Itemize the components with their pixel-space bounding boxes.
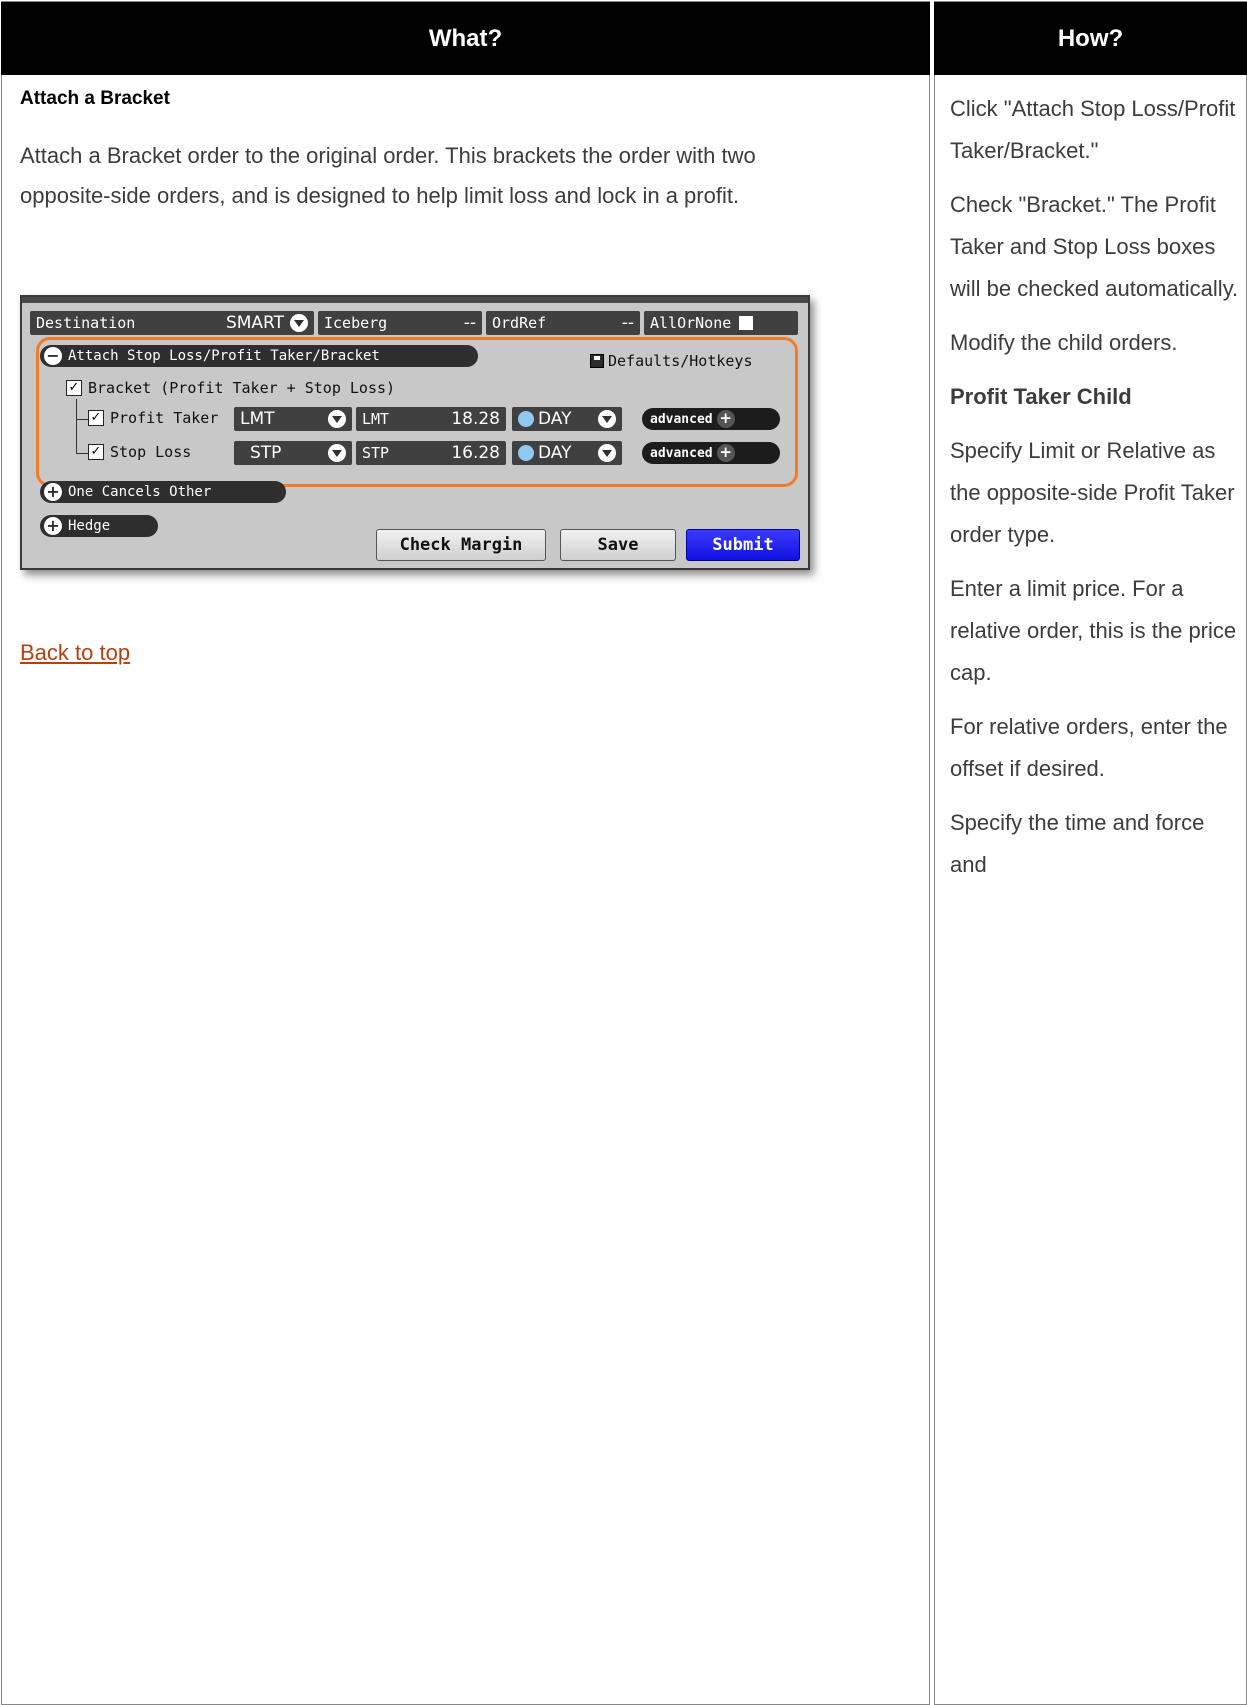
save-button[interactable]: Save bbox=[560, 529, 676, 561]
profit-taker-tif-value: DAY bbox=[538, 409, 572, 429]
stop-loss-type[interactable]: STP bbox=[234, 441, 352, 465]
ordref-field[interactable]: OrdRef -- bbox=[486, 311, 640, 335]
destination-value: SMART bbox=[225, 313, 284, 333]
stop-loss-label: Stop Loss bbox=[110, 443, 192, 461]
profit-taker-price-label: LMT bbox=[362, 410, 390, 428]
profit-taker-price[interactable]: LMT 18.28 bbox=[356, 407, 506, 431]
how-step-3: Modify the child orders. bbox=[950, 330, 1178, 355]
what-header: What? bbox=[1, 2, 930, 75]
profit-taker-checkbox[interactable]: ✓ bbox=[88, 410, 104, 426]
stop-loss-row[interactable]: ✓ Stop Loss bbox=[88, 443, 191, 461]
section-title: Attach a Bracket bbox=[20, 88, 170, 109]
destination-field[interactable]: Destination SMART bbox=[30, 311, 314, 335]
how-content: Click "Attach Stop Loss/Profit Taker/Bra… bbox=[950, 88, 1240, 898]
plus-icon: + bbox=[44, 483, 62, 501]
chevron-down-icon[interactable] bbox=[328, 410, 346, 428]
iceberg-field[interactable]: Iceberg -- bbox=[318, 311, 482, 335]
how-header: How? bbox=[934, 2, 1247, 75]
profit-taker-tif[interactable]: DAY bbox=[512, 407, 622, 431]
allornone-field[interactable]: AllOrNone bbox=[644, 311, 798, 335]
clock-icon bbox=[518, 411, 534, 427]
stop-loss-tif-value: DAY bbox=[538, 443, 572, 463]
how-step-1: Click "Attach Stop Loss/Profit Taker/Bra… bbox=[950, 96, 1236, 163]
submit-button[interactable]: Submit bbox=[686, 529, 800, 561]
back-to-top-link[interactable]: Back to top bbox=[20, 640, 130, 666]
attach-label: Attach Stop Loss/Profit Taker/Bracket bbox=[68, 348, 380, 364]
advanced-label: advanced bbox=[650, 411, 713, 427]
description-line-1: Attach a Bracket order to the original o… bbox=[20, 143, 756, 168]
stop-loss-price-label: STP bbox=[362, 444, 390, 462]
iceberg-value: -- bbox=[463, 313, 476, 333]
advanced-label: advanced bbox=[650, 445, 713, 461]
profit-taker-label: Profit Taker bbox=[110, 409, 219, 427]
how-step-2: Check "Bracket." The Profit Taker and St… bbox=[950, 192, 1239, 301]
hedge-label: Hedge bbox=[68, 518, 111, 534]
what-column bbox=[1, 1, 930, 1705]
how-step-6: For relative orders, enter the offset if… bbox=[950, 714, 1228, 781]
plus-icon: + bbox=[44, 517, 62, 535]
ordref-value: -- bbox=[621, 313, 634, 333]
profit-taker-type[interactable]: LMT bbox=[234, 407, 352, 431]
stop-loss-tif[interactable]: DAY bbox=[512, 441, 622, 465]
order-entry-panel: Destination SMART Iceberg -- OrdRef -- A… bbox=[20, 295, 810, 570]
profit-taker-price-value: 18.28 bbox=[451, 409, 500, 429]
hedge-section-toggle[interactable]: + Hedge bbox=[40, 515, 158, 537]
defaults-hotkeys-link[interactable]: Defaults/Hotkeys bbox=[590, 352, 753, 370]
profit-taker-type-value: LMT bbox=[240, 409, 275, 429]
floppy-disk-icon bbox=[590, 354, 604, 368]
oco-label: One Cancels Other bbox=[68, 484, 212, 500]
stop-loss-advanced[interactable]: advanced + bbox=[642, 442, 780, 464]
attach-section-toggle[interactable]: − Attach Stop Loss/Profit Taker/Bracket bbox=[40, 345, 478, 367]
chevron-down-icon[interactable] bbox=[598, 410, 616, 428]
how-step-4: Specify Limit or Relative as the opposit… bbox=[950, 438, 1235, 547]
chevron-down-icon[interactable] bbox=[598, 444, 616, 462]
stop-loss-checkbox[interactable]: ✓ bbox=[88, 444, 104, 460]
stop-loss-type-value: STP bbox=[250, 443, 282, 463]
how-step-7: Specify the time and force and bbox=[950, 810, 1205, 877]
how-step-5: Enter a limit price. For a relative orde… bbox=[950, 576, 1237, 685]
defaults-label: Defaults/Hotkeys bbox=[608, 352, 753, 370]
allornone-checkbox[interactable] bbox=[739, 316, 754, 330]
destination-label: Destination bbox=[36, 314, 136, 332]
minus-icon: − bbox=[44, 347, 62, 365]
allornone-label: AllOrNone bbox=[650, 314, 732, 332]
description-line-2: opposite-side orders, and is designed to… bbox=[20, 183, 740, 208]
check-margin-button[interactable]: Check Margin bbox=[376, 529, 546, 561]
oco-section-toggle[interactable]: + One Cancels Other bbox=[40, 481, 286, 503]
what-content: Attach a Bracket Attach a Bracket order … bbox=[20, 88, 910, 216]
profit-taker-row[interactable]: ✓ Profit Taker bbox=[88, 409, 218, 427]
bracket-label: Bracket (Profit Taker + Stop Loss) bbox=[88, 379, 396, 397]
stop-loss-price[interactable]: STP 16.28 bbox=[356, 441, 506, 465]
bracket-checkbox-row[interactable]: ✓ Bracket (Profit Taker + Stop Loss) bbox=[66, 379, 395, 397]
how-subhead: Profit Taker Child bbox=[950, 384, 1132, 409]
clock-icon bbox=[518, 445, 534, 461]
stop-loss-price-value: 16.28 bbox=[451, 443, 500, 463]
iceberg-label: Iceberg bbox=[324, 314, 388, 332]
ordref-label: OrdRef bbox=[492, 314, 547, 332]
plus-icon: + bbox=[716, 444, 735, 462]
plus-icon: + bbox=[716, 410, 735, 428]
bracket-checkbox[interactable]: ✓ bbox=[66, 380, 82, 396]
chevron-down-icon[interactable] bbox=[328, 444, 346, 462]
profit-taker-advanced[interactable]: advanced + bbox=[642, 408, 780, 430]
content-table: What? How? Attach a Bracket Attach a Bra… bbox=[0, 0, 1247, 1705]
panel-top-bar bbox=[22, 297, 808, 303]
chevron-down-icon[interactable] bbox=[290, 314, 308, 332]
